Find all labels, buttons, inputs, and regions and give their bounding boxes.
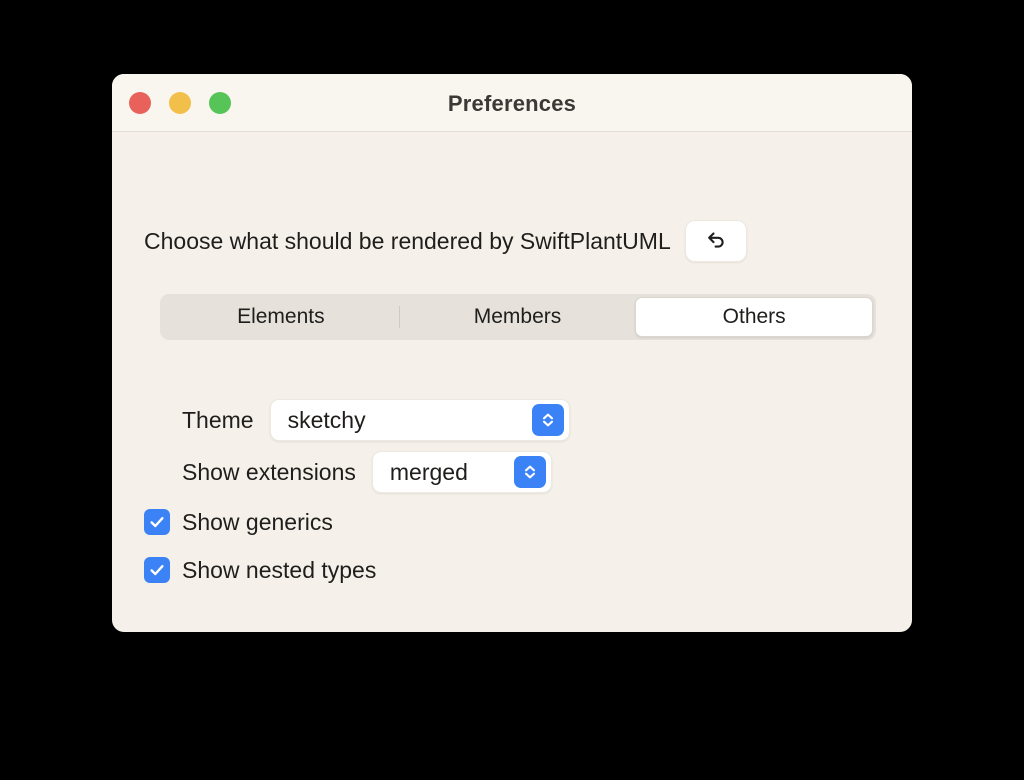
- window-title: Preferences: [447, 91, 577, 116]
- description-row: Choose what should be rendered by SwiftP…: [144, 220, 747, 262]
- preferences-window: Preferences Choose what should be render…: [112, 74, 912, 632]
- description-text: Choose what should be rendered by SwiftP…: [144, 227, 671, 254]
- tab-elements[interactable]: Elements: [163, 297, 399, 337]
- show-extensions-label: Show extensions: [182, 458, 356, 485]
- window-titlebar: Preferences: [112, 74, 912, 132]
- tab-others[interactable]: Others: [635, 297, 874, 337]
- show-generics-checkbox-row[interactable]: Show generics: [112, 498, 912, 546]
- theme-label: Theme: [182, 406, 254, 433]
- show-extensions-select[interactable]: merged: [371, 451, 552, 493]
- checkmark-icon[interactable]: [144, 509, 170, 535]
- reset-defaults-button[interactable]: [684, 220, 747, 262]
- chevron-up-down-icon[interactable]: [513, 456, 546, 488]
- show-nested-types-checkbox-row[interactable]: Show nested types: [112, 546, 912, 594]
- preferences-tabbar: Elements Members Others: [160, 294, 876, 340]
- preferences-content: Choose what should be rendered by SwiftP…: [112, 132, 912, 632]
- show-extensions-row: Show extensions merged: [112, 446, 912, 498]
- theme-value: sketchy: [287, 406, 366, 433]
- tab-members[interactable]: Members: [400, 297, 636, 337]
- undo-arrow-icon: [703, 226, 729, 257]
- show-nested-types-label: Show nested types: [182, 556, 377, 583]
- show-generics-label: Show generics: [182, 508, 333, 535]
- checkmark-icon[interactable]: [144, 557, 170, 583]
- others-settings-form: Theme sketchy Show extensions merged Sho…: [112, 394, 912, 594]
- show-extensions-value: merged: [389, 458, 468, 485]
- theme-select[interactable]: sketchy: [269, 399, 570, 441]
- theme-row: Theme sketchy: [112, 394, 912, 446]
- chevron-up-down-icon[interactable]: [531, 404, 564, 436]
